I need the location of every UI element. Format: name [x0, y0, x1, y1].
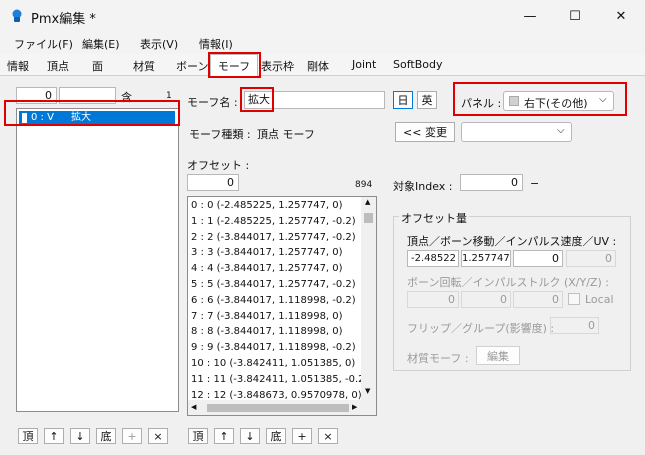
offset-move-up-button[interactable]: ↑ — [214, 428, 234, 444]
tab-face[interactable]: 面 — [92, 58, 103, 74]
morph-move-up-button[interactable]: ↑ — [44, 428, 64, 444]
offset-move-down-button[interactable]: ↓ — [240, 428, 260, 444]
morph-type-label: モーフ種類 : — [189, 128, 251, 141]
change-type-select[interactable]: ⌵ — [461, 122, 572, 142]
tab-softbody[interactable]: SoftBody — [393, 58, 442, 71]
local-checkbox[interactable] — [568, 293, 580, 305]
h-scroll-thumb[interactable] — [207, 404, 349, 412]
offset-row[interactable]: 2 : 2 (-3.844017, 1.257747, -0.2) — [188, 230, 360, 246]
offset-delete-button[interactable]: × — [318, 428, 338, 444]
menu-view[interactable]: 表示(V) — [140, 36, 178, 52]
target-index-suffix: − — [530, 177, 540, 190]
morph-move-bottom-button[interactable]: 底 — [96, 428, 116, 444]
offset-move-bottom-button[interactable]: 底 — [266, 428, 286, 444]
offset-row[interactable]: 7 : 7 (-3.844017, 1.118998, 0) — [188, 309, 360, 325]
chevron-down-icon: ⌵ — [557, 125, 565, 136]
tab-vertex[interactable]: 頂点 — [47, 58, 69, 74]
change-button[interactable]: << 変更 — [395, 122, 455, 142]
offset-add-button[interactable]: + — [292, 428, 312, 444]
offset-row[interactable]: 0 : 0 (-2.485225, 1.257747, 0) — [188, 198, 360, 214]
target-index-input[interactable]: 0 — [460, 174, 523, 191]
vertex-offset-z-input[interactable]: 0 — [513, 250, 563, 267]
maximize-button[interactable]: ☐ — [552, 0, 598, 32]
menu-edit[interactable]: 編集(E) — [82, 36, 120, 52]
tab-joint[interactable]: Joint — [352, 58, 376, 71]
morph-move-top-button[interactable]: 頂 — [18, 428, 38, 444]
tab-info[interactable]: 情報 — [7, 58, 29, 74]
offset-horizontal-scrollbar[interactable]: ◀ ▶ — [188, 400, 376, 415]
morph-name-highlight — [240, 87, 274, 112]
local-label: Local — [585, 293, 614, 306]
scroll-left-icon: ◀ — [191, 403, 197, 411]
bone-rotation-label: ボーン回転／インパルストルク (X/Y/Z) : — [407, 276, 609, 289]
panel-select-highlight — [453, 82, 627, 116]
minimize-button[interactable]: — — [507, 0, 553, 32]
menu-file[interactable]: ファイル(F) — [14, 36, 73, 52]
tab-material[interactable]: 材質 — [133, 58, 155, 74]
app-icon — [12, 9, 22, 22]
close-button[interactable]: ✕ — [598, 0, 644, 32]
tab-morph-highlight — [208, 52, 261, 78]
offset-rows: 0 : 0 (-2.485225, 1.257747, 0) 1 : 1 (-2… — [188, 198, 365, 403]
scroll-down-icon: ▼ — [365, 387, 371, 395]
morph-delete-button[interactable]: × — [148, 428, 168, 444]
rotation-y-input[interactable]: 0 — [461, 291, 511, 308]
target-index-label: 対象Index : — [393, 180, 453, 193]
vertex-offset-y-input[interactable]: 1.257747 — [461, 250, 511, 267]
language-jp-button[interactable]: 日 — [393, 91, 413, 109]
offset-label: オフセット : — [187, 159, 250, 172]
morph-list-highlight — [4, 100, 180, 126]
offset-index-input[interactable]: 0 — [187, 174, 239, 191]
offset-row[interactable]: 1 : 1 (-2.485225, 1.257747, -0.2) — [188, 214, 360, 230]
morph-name-label: モーフ名 : — [187, 96, 238, 109]
language-en-button[interactable]: 英 — [417, 91, 437, 109]
offset-amount-label: オフセット量 — [399, 210, 469, 226]
flip-group-label: フリップ／グループ(影響度) : — [407, 322, 555, 335]
rotation-z-input[interactable]: 0 — [513, 291, 563, 308]
offset-row[interactable]: 8 : 8 (-3.844017, 1.118998, 0) — [188, 324, 360, 340]
material-edit-button[interactable]: 編集 — [476, 346, 520, 365]
flip-group-input[interactable]: 0 — [550, 317, 599, 334]
offset-row[interactable]: 3 : 3 (-3.844017, 1.257747, 0) — [188, 245, 360, 261]
offset-vertical-scrollbar[interactable]: ▲ ▼ — [361, 197, 376, 400]
rotation-x-input[interactable]: 0 — [407, 291, 459, 308]
morph-list[interactable]: 0 : V 拡大 — [16, 108, 179, 412]
offset-count: 894 — [355, 180, 373, 190]
window-title: Pmx編集 * — [31, 12, 96, 27]
offset-row[interactable]: 11 : 11 (-3.842411, 1.051385, -0.2 — [188, 372, 365, 388]
offset-move-top-button[interactable]: 頂 — [188, 428, 208, 444]
menu-info[interactable]: 情報(I) — [199, 36, 233, 52]
vertex-offset-w-input[interactable]: 0 — [566, 250, 616, 267]
offset-row[interactable]: 5 : 5 (-3.844017, 1.257747, -0.2) — [188, 277, 360, 293]
offset-row[interactable]: 10 : 10 (-3.842411, 1.051385, 0) — [188, 356, 360, 372]
scroll-thumb[interactable] — [364, 213, 373, 223]
vertex-offset-x-input[interactable]: -2.48522 — [407, 250, 459, 267]
offset-list[interactable]: 0 : 0 (-2.485225, 1.257747, 0) 1 : 1 (-2… — [187, 196, 377, 416]
material-morph-label: 材質モーフ : — [407, 352, 469, 365]
scroll-right-icon: ▶ — [352, 403, 358, 411]
tab-rigid-body[interactable]: 剛体 — [307, 58, 329, 74]
vertex-offset-label: 頂点／ボーン移動／インパルス速度／UV : — [407, 235, 617, 248]
tab-display-frame[interactable]: 表示枠 — [261, 58, 294, 74]
morph-move-down-button[interactable]: ↓ — [70, 428, 90, 444]
offset-row[interactable]: 6 : 6 (-3.844017, 1.118998, -0.2) — [188, 293, 360, 309]
offset-row[interactable]: 4 : 4 (-3.844017, 1.257747, 0) — [188, 261, 360, 277]
scroll-up-icon: ▲ — [365, 198, 371, 206]
tab-bone[interactable]: ボーン — [176, 58, 208, 74]
morph-type-value: 頂点 モーフ — [257, 128, 315, 141]
morph-add-button[interactable]: + — [122, 428, 142, 444]
offset-row[interactable]: 9 : 9 (-3.844017, 1.118998, -0.2) — [188, 340, 360, 356]
